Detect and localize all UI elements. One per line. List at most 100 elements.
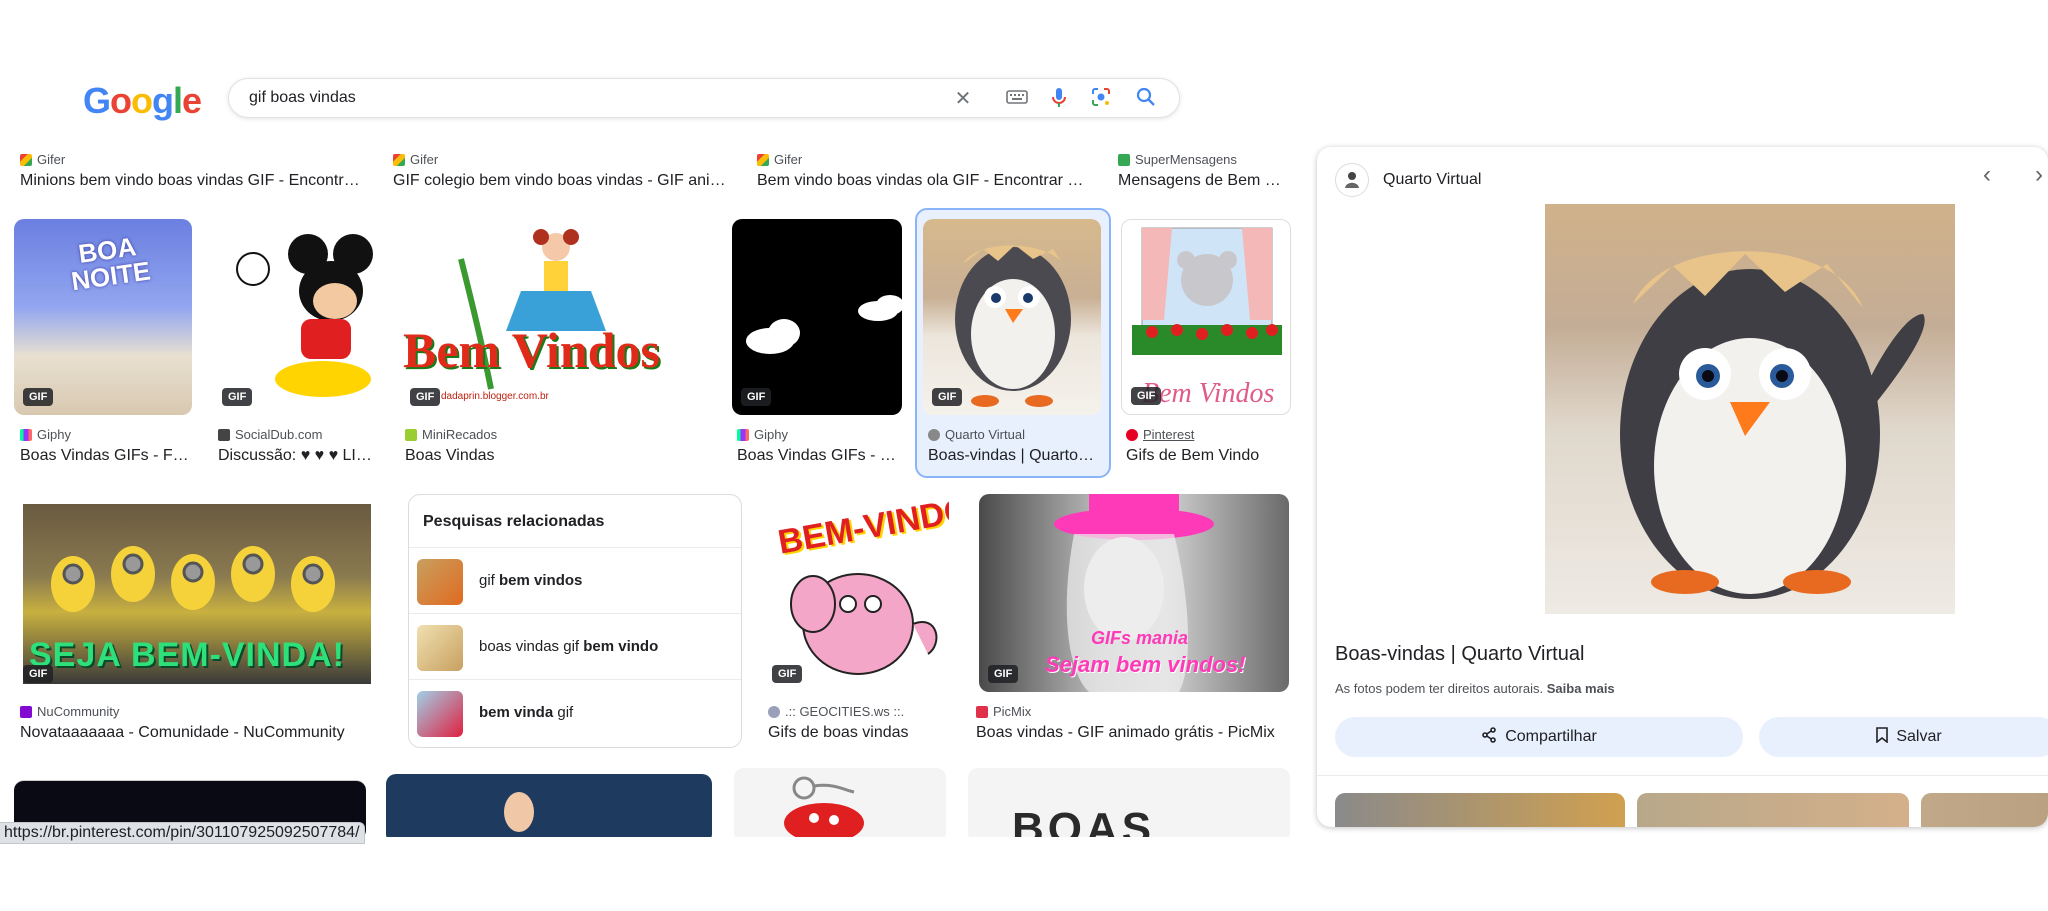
- gif-badge: GIF: [1131, 387, 1162, 405]
- result-source: MiniRecados: [405, 427, 497, 442]
- panel-title[interactable]: Boas-vindas | Quarto Virtual: [1335, 643, 1584, 666]
- gif-badge: GIF: [741, 388, 772, 406]
- result-title[interactable]: Discussão: ♥ ♥ ♥ LI…: [218, 447, 383, 465]
- result-source: .:: GEOCITIES.ws ::.: [768, 704, 904, 719]
- share-button[interactable]: Compartilhar: [1335, 717, 1743, 757]
- image-caption: BOAS: [1012, 804, 1156, 837]
- giphy-icon: [737, 428, 749, 441]
- search-input[interactable]: gif boas vindas: [249, 89, 356, 107]
- search-icon[interactable]: [1134, 87, 1158, 111]
- giphy-icon: [20, 428, 32, 441]
- result-title[interactable]: Mensagens de Bem …: [1118, 172, 1286, 190]
- related-text-bold: bem vindo: [583, 638, 659, 655]
- learn-more-link[interactable]: Saiba mais: [1547, 681, 1615, 696]
- result-image-boa-noite[interactable]: BOA NOITE GIF: [14, 219, 192, 415]
- result-source: NuCommunity: [20, 704, 119, 719]
- pinterest-icon: [1126, 428, 1138, 441]
- gifer-icon: [757, 153, 769, 166]
- quarto-virtual-icon: [1335, 163, 1369, 197]
- clear-icon[interactable]: ✕: [951, 87, 975, 111]
- related-search-item[interactable]: gif bem vindos: [409, 547, 741, 613]
- keyboard-icon[interactable]: [1005, 87, 1029, 111]
- share-icon: [1481, 726, 1497, 748]
- result-source: Gifer: [393, 152, 438, 167]
- image-caption: BOA NOITE: [69, 231, 153, 297]
- google-logo[interactable]: Google: [83, 80, 202, 122]
- image-caption-secondary: GIFs mania: [1091, 628, 1189, 648]
- result-source: SocialDub.com: [218, 427, 322, 442]
- gif-badge: GIF: [410, 388, 441, 406]
- penguin-illustration: [955, 245, 1071, 407]
- result-image-woman-blue[interactable]: [386, 774, 712, 837]
- result-title[interactable]: Boas Vindas: [405, 447, 705, 465]
- gif-badge: GIF: [222, 388, 253, 406]
- result-image-elephant[interactable]: BEM-VINDO! GIF: [763, 494, 949, 692]
- related-text: gif: [479, 572, 500, 589]
- image-caption: Sejam bem vindos!: [1045, 652, 1246, 677]
- result-source: Pinterest: [1126, 427, 1194, 442]
- panel-source[interactable]: Quarto Virtual: [1335, 163, 1481, 197]
- more-result-thumb[interactable]: [1637, 793, 1909, 827]
- result-title[interactable]: Boas vindas - GIF animado grátis - PicMi…: [976, 724, 1288, 742]
- result-image-minions[interactable]: SEJA BEM-VINDA! GIF: [14, 494, 380, 692]
- result-title[interactable]: Boas Vindas GIFs - …: [737, 447, 901, 465]
- microphone-icon[interactable]: [1047, 87, 1071, 111]
- result-source: Giphy: [20, 427, 71, 442]
- result-image-clouds[interactable]: GIF: [732, 219, 902, 415]
- previous-icon[interactable]: ‹: [1983, 161, 1991, 189]
- geocities-icon: [768, 705, 780, 718]
- panel-preview-image[interactable]: [1545, 204, 1955, 614]
- result-title[interactable]: Bem vindo boas vindas ola GIF - Encontra…: [757, 172, 1089, 190]
- supermensagens-icon: [1118, 153, 1130, 166]
- socialdub-icon: [218, 428, 230, 441]
- header: Google gif boas vindas ✕: [0, 0, 2048, 137]
- lens-icon[interactable]: [1089, 87, 1113, 111]
- result-source: PicMix: [976, 704, 1031, 719]
- nucommunity-icon: [20, 705, 32, 718]
- result-image-bem-vindos[interactable]: Bem Vindos dadaprin.blogger.com.br GIF: [401, 219, 711, 415]
- bookmark-icon: [1876, 726, 1889, 748]
- result-image-boas[interactable]: BOAS: [968, 768, 1290, 837]
- result-image-mushroom[interactable]: [734, 768, 946, 837]
- related-thumb: [417, 691, 463, 737]
- more-result-thumb[interactable]: [1921, 793, 2048, 827]
- panel-divider: [1317, 775, 2048, 776]
- next-icon[interactable]: ›: [2035, 161, 2043, 189]
- result-title[interactable]: Gifs de Bem Vindo: [1126, 447, 1291, 465]
- result-title[interactable]: Boas Vindas GIFs - F…: [20, 447, 192, 465]
- result-source: Gifer: [757, 152, 802, 167]
- image-results-grid: Gifer Minions bem vindo boas vindas GIF …: [0, 137, 1300, 837]
- related-thumb: [417, 625, 463, 671]
- image-caption: Bem Vindos: [1142, 378, 1275, 409]
- result-title[interactable]: Boas-vindas | Quarto…: [928, 447, 1100, 465]
- result-image-mickey[interactable]: GIF: [213, 219, 379, 415]
- related-thumb: [417, 559, 463, 605]
- image-preview-panel: Quarto Virtual ‹ › Boas-vindas | Quarto …: [1317, 147, 2048, 827]
- image-watermark: dadaprin.blogger.com.br: [441, 391, 549, 402]
- search-box[interactable]: gif boas vindas ✕: [228, 78, 1180, 118]
- result-image-penguin[interactable]: GIF: [923, 219, 1101, 415]
- related-text-bold: bem vindos: [499, 572, 583, 589]
- save-label: Salvar: [1896, 728, 1942, 745]
- more-result-thumb[interactable]: [1335, 793, 1625, 827]
- result-title[interactable]: Gifs de boas vindas: [768, 724, 948, 742]
- related-search-item[interactable]: bem vinda gif: [409, 679, 741, 745]
- result-title[interactable]: GIF colegio bem vindo boas vindas - GIF …: [393, 172, 728, 190]
- related-text: boas vindas gif: [479, 638, 584, 655]
- result-source: SuperMensagens: [1118, 152, 1237, 167]
- result-image-teddy-window[interactable]: Bem Vindos GIF: [1121, 219, 1291, 415]
- penguin-large-illustration: [1620, 251, 1925, 599]
- result-title[interactable]: Minions bem vindo boas vindas GIF - Enco…: [20, 172, 365, 190]
- save-button[interactable]: Salvar: [1759, 717, 2048, 757]
- gif-badge: GIF: [772, 665, 803, 683]
- related-search-item[interactable]: boas vindas gif bem vindo: [409, 613, 741, 679]
- image-caption: Bem Vindos: [403, 322, 661, 378]
- result-source: Giphy: [737, 427, 788, 442]
- minions-frame: SEJA BEM-VINDA!: [23, 504, 371, 684]
- result-image-pink-hat[interactable]: GIFs mania Sejam bem vindos! GIF: [979, 494, 1289, 692]
- gifer-icon: [20, 153, 32, 166]
- result-source: Gifer: [20, 152, 65, 167]
- result-title[interactable]: Novataaaaaaa - Comunidade - NuCommunity: [20, 724, 380, 742]
- related-searches-title: Pesquisas relacionadas: [423, 513, 605, 530]
- status-bar-url: https://br.pinterest.com/pin/30110792509…: [0, 822, 365, 844]
